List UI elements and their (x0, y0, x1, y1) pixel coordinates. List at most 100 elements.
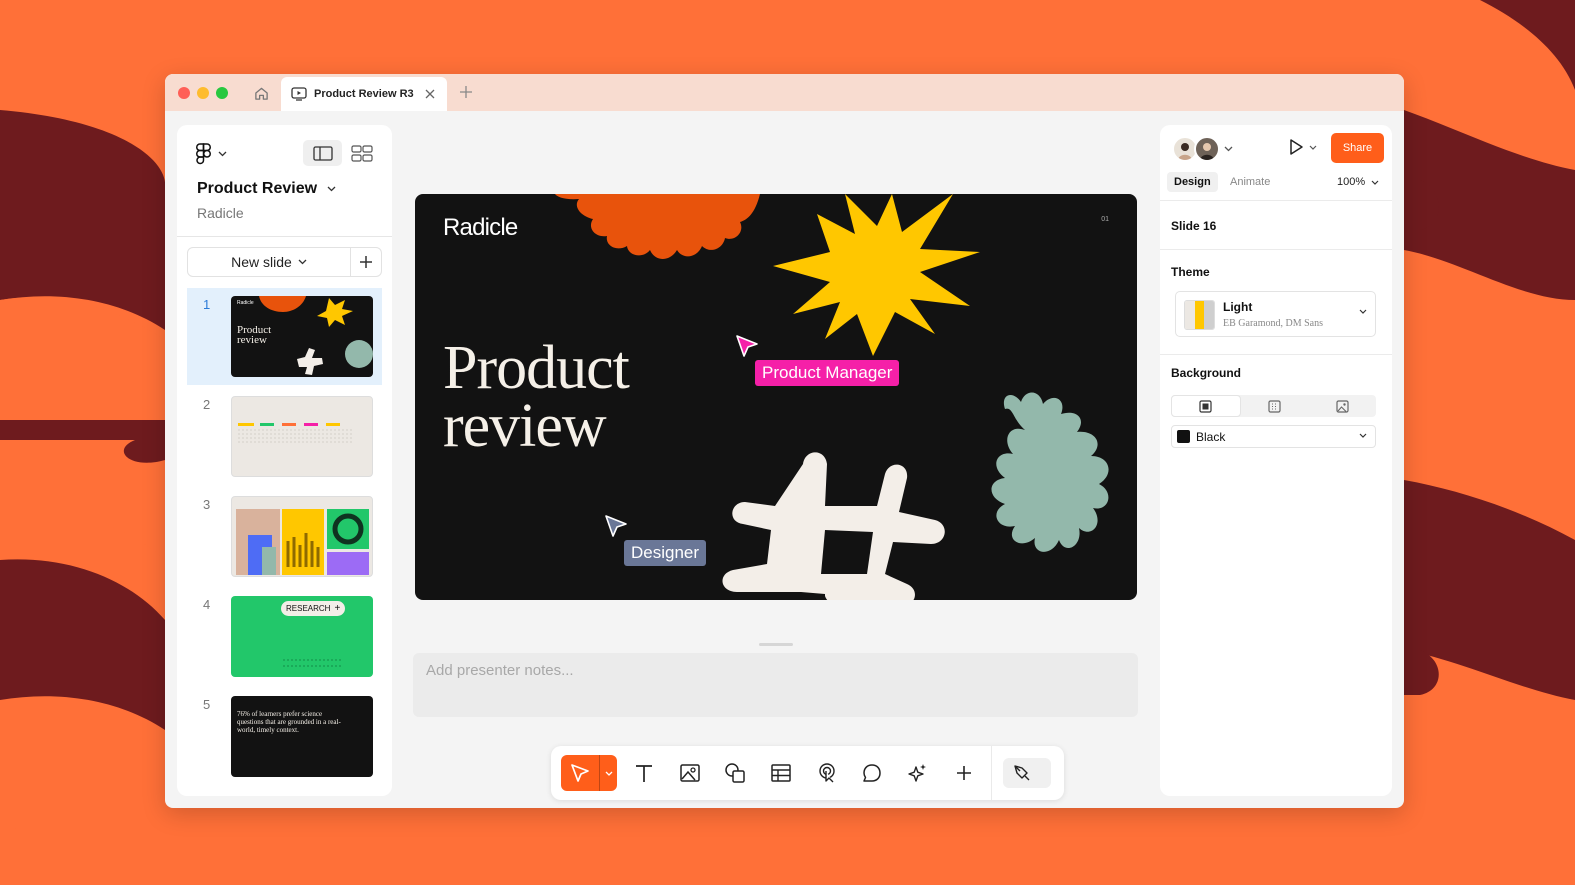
single-view-button[interactable] (303, 140, 342, 166)
tab-product-review[interactable]: Product Review R3 (281, 77, 447, 111)
select-tool-dropdown[interactable] (599, 755, 617, 791)
shapes-icon (725, 763, 745, 783)
collaborators[interactable] (1172, 136, 1233, 162)
minimize-window-button[interactable] (197, 87, 209, 99)
pen-icon (1014, 765, 1030, 781)
slide-page-number[interactable]: 01 (1101, 216, 1109, 223)
theme-name: Light (1223, 300, 1253, 314)
project-team: Radicle (197, 205, 244, 221)
tab-design[interactable]: Design (1167, 172, 1218, 192)
slide-number: 5 (203, 697, 211, 712)
interaction-icon (819, 763, 835, 783)
new-tab-icon[interactable] (458, 84, 474, 100)
text-tool-button[interactable] (629, 758, 659, 788)
ai-tool-button[interactable] (903, 758, 933, 788)
slide-number: 3 (203, 497, 211, 512)
tab-animate[interactable]: Animate (1223, 172, 1277, 192)
chevron-down-icon (298, 259, 307, 265)
grid-view-button[interactable] (342, 140, 381, 166)
gradient-fill-tab[interactable] (1241, 395, 1309, 417)
background-type-tabs (1171, 395, 1376, 417)
play-icon (1290, 139, 1303, 155)
slide-number: 2 (203, 397, 211, 412)
theme-section-title: Theme (1171, 265, 1210, 279)
pm-cursor-icon (736, 335, 758, 357)
add-icon (957, 766, 971, 780)
thumb-brand: Radicle (237, 300, 254, 306)
background-color-value: Black (1196, 429, 1226, 444)
chevron-down-icon (218, 151, 227, 157)
select-icon (571, 764, 589, 782)
slide-name: Slide 16 (1171, 219, 1217, 233)
thumbnail-art (238, 423, 352, 443)
add-tool-button[interactable] (949, 758, 979, 788)
table-tool-button[interactable] (766, 758, 796, 788)
slide-brand[interactable]: Radicle (443, 214, 518, 242)
zoom-control[interactable]: 100% (1337, 176, 1379, 188)
chevron-down-icon (1359, 309, 1367, 314)
slide-title[interactable]: Product review (443, 337, 630, 460)
comment-icon (863, 764, 881, 782)
chevron-down-icon (1371, 180, 1379, 185)
close-window-button[interactable] (178, 87, 190, 99)
interaction-tool-button[interactable] (812, 758, 842, 788)
slide-thumbnail-row[interactable]: 4 RESEARCH + (187, 588, 382, 685)
solid-fill-icon (1199, 399, 1212, 413)
add-slide-button[interactable] (351, 248, 381, 276)
slides-panel: Product Review Radicle New slide 1 Radic… (177, 125, 392, 796)
slide-thumbnail: Radicle Product review (231, 296, 373, 377)
slide-thumbnail-row[interactable]: 2 (187, 388, 382, 485)
app-window: Product Review R3 Product Review Radicle… (165, 74, 1404, 808)
project-title: Product Review (197, 180, 318, 197)
thumb-quote: 76% of learners prefer science questions… (237, 710, 341, 734)
chevron-down-icon (605, 771, 612, 776)
new-slide-button[interactable]: New slide (188, 248, 351, 276)
title-bar: Product Review R3 (165, 74, 1404, 111)
background-color-select[interactable]: Black (1171, 425, 1376, 448)
divider (1160, 200, 1392, 201)
project-title-button[interactable]: Product Review (197, 180, 336, 198)
properties-panel: Share Design Animate 100% Slide 16 Theme… (1160, 125, 1392, 796)
grid-view-icon (350, 144, 373, 162)
background-color-swatch (1177, 430, 1190, 443)
main-menu-button[interactable] (195, 143, 227, 165)
text-icon (636, 765, 652, 782)
bottom-toolbar (551, 746, 1064, 800)
image-tool-button[interactable] (675, 758, 705, 788)
draw-mode-toggle[interactable] (1003, 758, 1051, 788)
table-icon (771, 764, 791, 782)
theme-swatch (1184, 300, 1215, 330)
maximize-window-button[interactable] (216, 87, 228, 99)
pm-cursor-label: Product Manager (755, 360, 900, 386)
slide-thumbnail-row[interactable]: 1 Radicle Product review (187, 288, 382, 385)
home-button[interactable] (251, 83, 271, 103)
slide-thumbnail: RESEARCH + (231, 596, 373, 677)
solid-fill-tab[interactable] (1171, 395, 1241, 417)
divider (177, 236, 392, 237)
presenter-notes-field[interactable]: Add presenter notes... (413, 653, 1138, 717)
background-section-title: Background (1171, 366, 1242, 380)
present-button[interactable] (1287, 138, 1317, 156)
slide-title-line-2: review (443, 392, 607, 460)
close-tab-icon[interactable] (423, 87, 437, 101)
shapes-tool-button[interactable] (720, 758, 750, 788)
new-slide-control: New slide (187, 247, 382, 277)
select-tool-button[interactable] (561, 755, 599, 791)
notes-resize-handle[interactable] (759, 643, 793, 646)
chevron-down-icon (1359, 433, 1367, 438)
comment-tool-button[interactable] (857, 758, 887, 788)
new-slide-label: New slide (231, 254, 292, 270)
share-button[interactable]: Share (1331, 133, 1384, 163)
theme-selector[interactable]: Light EB Garamond, DM Sans (1175, 291, 1376, 337)
image-fill-tab[interactable] (1308, 395, 1376, 417)
slide-thumbnail-row[interactable]: 5 76% of learners prefer science questio… (187, 688, 382, 785)
theme-fonts: EB Garamond, DM Sans (1223, 318, 1323, 329)
slide-canvas[interactable]: Radicle 01 Product review Product Manage… (415, 194, 1137, 600)
figma-logo-icon (196, 143, 211, 165)
image-icon (680, 764, 700, 782)
chevron-down-icon (1309, 145, 1317, 150)
zoom-level: 100% (1337, 176, 1366, 188)
slide-thumbnail-row[interactable]: 3 (187, 488, 382, 585)
home-icon (254, 87, 268, 100)
ai-sparkle-icon (908, 764, 926, 782)
